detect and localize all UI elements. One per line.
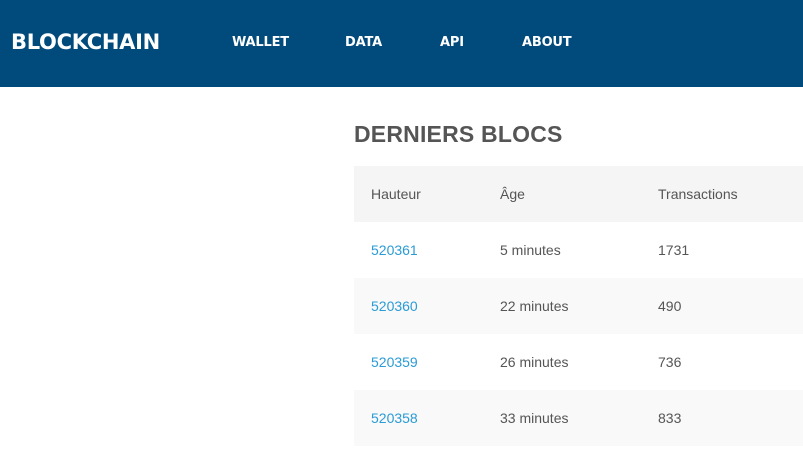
top-nav-bar: BLOCKCHAIN WALLET DATA API ABOUT — [0, 0, 803, 87]
block-transactions-cell: 833 — [658, 410, 682, 426]
block-transactions-cell: 490 — [658, 298, 682, 314]
block-transactions-cell: 736 — [658, 354, 682, 370]
blockchain-logo[interactable]: BLOCKCHAIN — [11, 30, 160, 54]
table-row: 520358 33 minutes 833 — [354, 390, 803, 446]
block-height-link[interactable]: 520361 — [371, 242, 418, 258]
block-age-cell: 22 minutes — [500, 298, 569, 314]
column-header-height: Hauteur — [371, 186, 421, 202]
nav-data[interactable]: DATA — [345, 35, 382, 51]
nav-about[interactable]: ABOUT — [522, 35, 572, 51]
table-header-row: Hauteur Âge Transactions — [354, 166, 803, 222]
column-header-age: Âge — [500, 186, 525, 202]
block-height-link[interactable]: 520358 — [371, 410, 418, 426]
block-height-cell: 520359 — [354, 334, 500, 390]
block-age-cell: 5 minutes — [500, 242, 561, 258]
nav-wallet[interactable]: WALLET — [232, 35, 289, 51]
table-row: 520359 26 minutes 736 — [354, 334, 803, 390]
block-height-link[interactable]: 520359 — [371, 354, 418, 370]
block-height-cell: 520360 — [354, 278, 500, 334]
table-row: 520361 5 minutes 1731 — [354, 222, 803, 278]
latest-blocks-title: DERNIERS BLOCS — [354, 121, 563, 147]
block-height-link[interactable]: 520360 — [371, 298, 418, 314]
table-row: 520360 22 minutes 490 — [354, 278, 803, 334]
block-transactions-cell: 1731 — [658, 242, 690, 258]
block-height-cell: 520358 — [354, 390, 500, 446]
latest-blocks-table: Hauteur Âge Transactions 520361 5 minute… — [354, 166, 803, 446]
block-age-cell: 26 minutes — [500, 354, 569, 370]
column-header-transactions: Transactions — [658, 186, 738, 202]
block-height-cell: 520361 — [354, 222, 500, 278]
nav-api[interactable]: API — [440, 35, 464, 51]
block-age-cell: 33 minutes — [500, 410, 569, 426]
